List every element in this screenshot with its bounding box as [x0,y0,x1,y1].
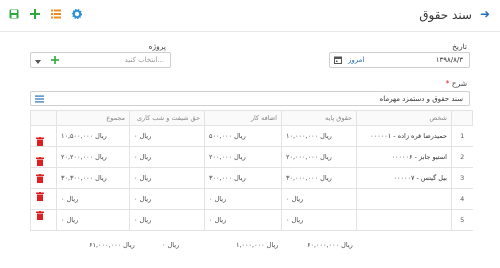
person-cell[interactable]: ۰۰۰۰۰۷ - بیل گیتس [356,167,452,189]
row-number: 2 [451,146,473,168]
description-value: سند حقوق و دستمزد مهرماه [379,95,463,103]
chevron-down-icon[interactable] [35,58,41,66]
person-cell[interactable] [356,209,452,231]
total-cell: ریال ۳۰,۳۰۰,۰۰۰ [56,167,130,189]
total-cell: ریال ۱۰,۵۰۰,۰۰۰ [56,125,130,147]
shift-cell[interactable]: ریال ۰ [129,188,205,210]
trash-icon[interactable] [36,137,44,146]
project-label: پروژه [148,42,166,51]
total-cell: ریال ۰ [56,188,130,210]
overtime-cell[interactable]: ریال ۵۰۰,۰۰۰ [204,125,282,147]
row-number: 5 [451,209,473,231]
base-cell[interactable]: ریال ۰ [281,209,357,231]
date-value: ۱۳۹۸/۸/۳ [435,56,463,64]
header-actions [30,110,57,126]
list-icon[interactable] [50,8,62,20]
shift-cell[interactable]: ریال ۰ [129,167,205,189]
today-button[interactable]: امروز [348,56,364,64]
save-icon[interactable] [8,8,20,20]
calendar-icon[interactable] [334,56,342,66]
header-base: حقوق پایه [281,110,357,126]
total-cell: ریال ۰ [56,209,130,231]
required-mark: * [445,79,450,88]
description-input[interactable]: سند حقوق و دستمزد مهرماه [30,91,470,106]
total-shift: ریال ۰ [162,241,180,249]
header-person: شخص [356,110,452,126]
shift-cell[interactable]: ریال ۰ [129,125,205,147]
top-bar: ➜ سند حقوق [0,0,500,32]
total-base: ریال ۶۰,۰۰۰,۰۰۰ [307,241,353,249]
overtime-cell[interactable]: ریال ۲۰۰,۰۰۰ [204,146,282,168]
table-row: ریال ۲۰,۲۰۰,۰۰۰ ریال ۰ ریال ۲۰۰,۰۰۰ ریال… [30,146,473,168]
header-total: مجموع [56,110,130,126]
shift-cell[interactable]: ریال ۰ [129,146,205,168]
project-placeholder: انتخاب کنید... [124,56,164,64]
table-row: ریال ۳۰,۳۰۰,۰۰۰ ریال ۰ ریال ۳۰۰,۰۰۰ ریال… [30,167,473,189]
salary-table: مجموع حق شیفت و شب کاری اضافه کار حقوق پ… [30,110,473,231]
row-number: 4 [451,188,473,210]
trash-icon[interactable] [36,211,44,220]
base-cell[interactable]: ریال ۱۰,۰۰۰,۰۰۰ [281,125,357,147]
table-row: ریال ۰ ریال ۰ ریال ۰ ریال ۰ 4 [30,188,473,210]
plus-icon[interactable] [29,8,41,20]
total-overtime: ریال ۱,۰۰۰,۰۰۰ [236,241,279,249]
gear-icon[interactable] [71,8,83,20]
row-number: 3 [451,167,473,189]
table-header: مجموع حق شیفت و شب کاری اضافه کار حقوق پ… [30,110,473,126]
header-shift: حق شیفت و شب کاری [129,110,205,126]
table-row: ریال ۰ ریال ۰ ریال ۰ ریال ۰ 5 [30,209,473,231]
date-field[interactable]: ۱۳۹۸/۸/۳ امروز [329,52,470,68]
description-label: * شرح [445,79,467,88]
trash-icon[interactable] [36,192,44,201]
menu-icon[interactable] [35,95,44,105]
page-title: سند حقوق [419,8,472,22]
date-label: تاریخ [452,42,467,51]
arrow-right-icon[interactable]: ➜ [478,7,492,21]
base-cell[interactable]: ریال ۰ [281,188,357,210]
person-cell[interactable] [356,188,452,210]
header-number [451,110,473,126]
total-cell: ریال ۲۰,۲۰۰,۰۰۰ [56,146,130,168]
total-sum: ریال ۶۱,۰۰۰,۰۰۰ [89,241,135,249]
overtime-cell[interactable]: ریال ۰ [204,209,282,231]
person-cell[interactable]: ۰۰۰۰۰۱ - حمیدرضا قره زاده [356,125,452,147]
base-cell[interactable]: ریال ۲۰,۰۰۰,۰۰۰ [281,146,357,168]
trash-icon[interactable] [36,174,44,183]
header-overtime: اضافه کار [204,110,282,126]
project-select[interactable]: انتخاب کنید... [30,52,171,68]
add-project-icon[interactable] [51,56,59,66]
row-number: 1 [451,125,473,147]
overtime-cell[interactable]: ریال ۰ [204,188,282,210]
base-cell[interactable]: ریال ۳۰,۰۰۰,۰۰۰ [281,167,357,189]
person-cell[interactable]: ۰۰۰۰۰۶ - استیو جابز [356,146,452,168]
shift-cell[interactable]: ریال ۰ [129,209,205,231]
table-row: ریال ۱۰,۵۰۰,۰۰۰ ریال ۰ ریال ۵۰۰,۰۰۰ ریال… [30,125,473,147]
overtime-cell[interactable]: ریال ۳۰۰,۰۰۰ [204,167,282,189]
trash-icon[interactable] [36,157,44,166]
